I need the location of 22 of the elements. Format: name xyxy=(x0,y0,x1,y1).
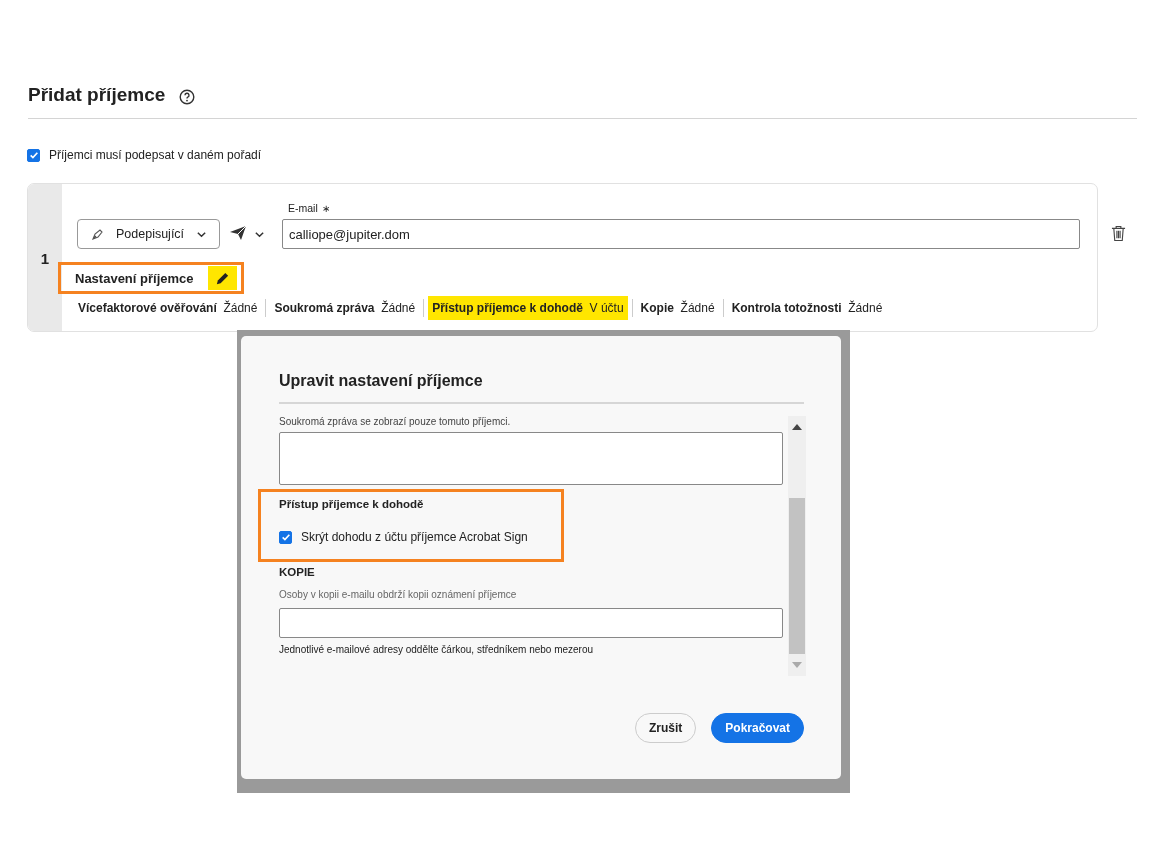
page-title: Přidat příjemce xyxy=(28,84,166,106)
section-heading: Přístup příjemce k dohodě xyxy=(279,498,425,510)
checkbox-label: Skrýt dohodu z účtu příjemce Acrobat Sign xyxy=(301,530,528,544)
cancel-button[interactable]: Zrušit xyxy=(634,713,697,743)
setting-summary: Soukromá zpráva Žádné xyxy=(273,299,417,317)
hint-text: Soukromá zpráva se zobrazí pouze tomuto příjemci. xyxy=(279,416,512,427)
continue-button[interactable]: Pokračovat xyxy=(711,713,804,743)
setting-summary: Vícefaktorové ověřování Žádné xyxy=(77,299,259,317)
checkbox-label: Příjemci musí podepsat v daném pořadí xyxy=(49,148,262,162)
section-heading: KOPIE xyxy=(279,566,316,578)
setting-summary: Kopie Žádné xyxy=(639,299,716,317)
hint-text: Osoby v kopii e-mailu obdrží kopii oznámení příjemce xyxy=(279,589,518,600)
setting-summary: Kontrola totožnosti Žádné xyxy=(730,299,884,317)
email-label: E-mail xyxy=(288,202,318,214)
setting-summary: Přístup příjemce k dohodě V účtu xyxy=(428,296,628,320)
recipient-number: 1 xyxy=(28,184,62,331)
settings-label: Nastavení příjemce xyxy=(75,270,194,286)
help-text: Jednotlivé e-mailové adresy oddělte čárkou, středníkem nebo mezerou xyxy=(279,644,595,655)
required-mark: ∗ xyxy=(321,202,330,214)
dialog-title: Upravit nastavení příjemce xyxy=(279,336,804,404)
role-dropdown[interactable]: Podepisující xyxy=(77,219,220,249)
email-field[interactable]: calliope@jupiter.dom xyxy=(282,219,1080,249)
